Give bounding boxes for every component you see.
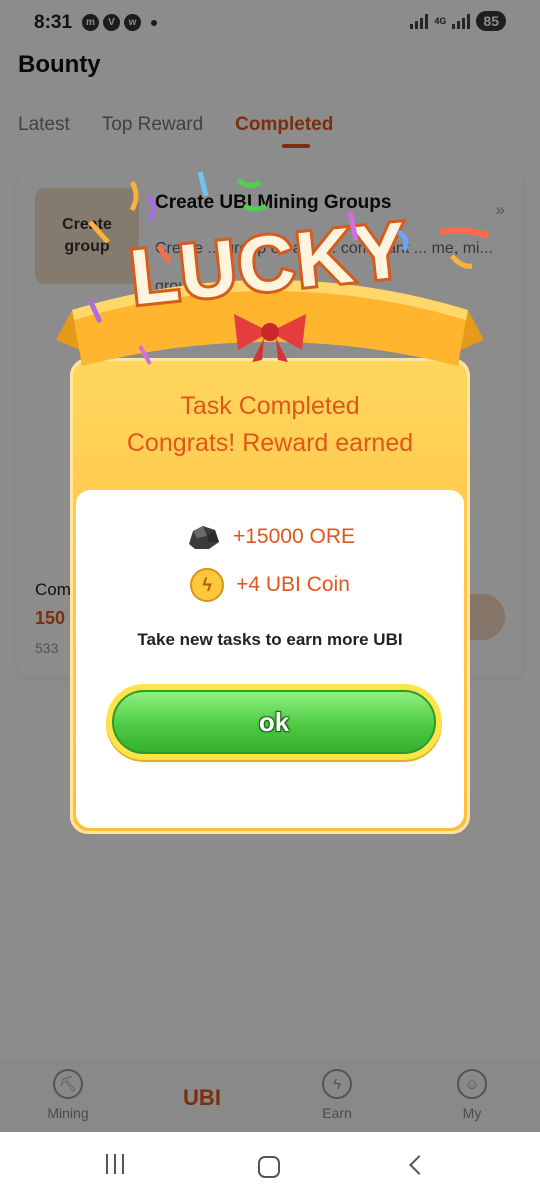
ubi-coin-icon: ϟ [190,568,225,602]
reward-row-ubi: ϟ +4 UBI Coin [76,568,464,602]
ore-icon [188,526,219,549]
ok-button[interactable]: ok [106,684,442,760]
reward-row-ore: +15000 ORE [76,522,464,552]
back-button[interactable] [409,1155,429,1175]
modal-heading: Task Completed Congrats! Reward earned [70,388,470,462]
reward-modal: Task Completed Congrats! Reward earned +… [70,358,470,834]
reward-ore-text: +15000 ORE [232,525,355,548]
lucky-banner: LUCKY [56,202,484,366]
modal-content: +15000 ORE ϟ +4 UBI Coin Take new tasks … [76,490,464,828]
recent-apps-button[interactable] [106,1154,124,1174]
modal-heading-line2: Congrats! Reward earned [126,429,414,457]
modal-heading-line1: Task Completed [180,392,360,420]
system-nav-bar [0,1132,540,1200]
home-button[interactable] [258,1156,280,1178]
ok-button-label: ok [112,690,436,754]
modal-note: Take new tasks to earn more UBI [137,630,403,649]
reward-ubi-text: +4 UBI Coin [236,573,350,596]
